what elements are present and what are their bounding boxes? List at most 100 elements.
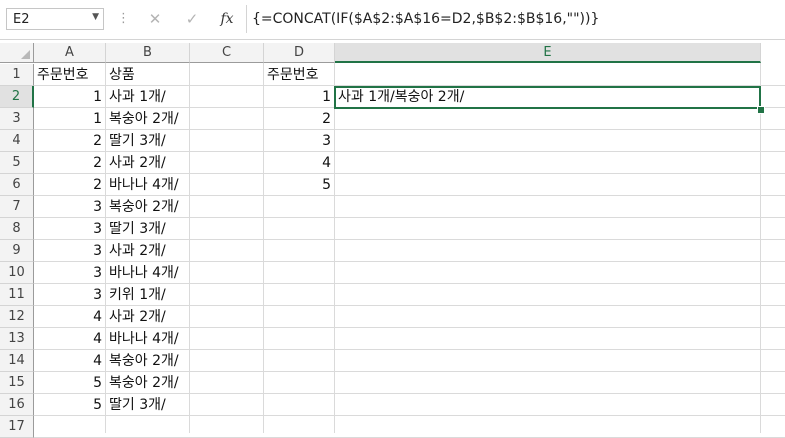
cell-d14[interactable]: [264, 350, 334, 372]
cell-d11[interactable]: [264, 284, 334, 306]
cell-d2[interactable]: 1: [264, 86, 334, 108]
cell-a16[interactable]: 5: [34, 394, 105, 416]
cell-a17[interactable]: [34, 416, 105, 438]
cell-e14[interactable]: [335, 350, 760, 372]
cell-e4[interactable]: [335, 130, 760, 152]
row-header-16[interactable]: 16: [0, 394, 34, 416]
cell-b13[interactable]: 바나나 4개/: [106, 328, 189, 350]
cell-e16[interactable]: [335, 394, 760, 416]
cell-d1[interactable]: 주문번호: [264, 64, 334, 86]
row-header-1[interactable]: 1: [0, 64, 34, 86]
row-header-12[interactable]: 12: [0, 306, 34, 328]
cell-e1[interactable]: [335, 64, 760, 86]
cell-d5[interactable]: 4: [264, 152, 334, 174]
cell-d4[interactable]: 3: [264, 130, 334, 152]
cell-a4[interactable]: 2: [34, 130, 105, 152]
row-header-10[interactable]: 10: [0, 262, 34, 284]
cell-b4[interactable]: 딸기 3개/: [106, 130, 189, 152]
cell-b15[interactable]: 복숭아 2개/: [106, 372, 189, 394]
row-header-6[interactable]: 6: [0, 174, 34, 196]
cell-b5[interactable]: 사과 2개/: [106, 152, 189, 174]
cell-d8[interactable]: [264, 218, 334, 240]
cell-e5[interactable]: [335, 152, 760, 174]
cell-b9[interactable]: 사과 2개/: [106, 240, 189, 262]
cell-d12[interactable]: [264, 306, 334, 328]
row-header-2[interactable]: 2: [0, 86, 34, 108]
cell-e15[interactable]: [335, 372, 760, 394]
formula-input[interactable]: {=CONCAT(IF($A$2:$A$16=D2,$B$2:$B$16,"")…: [252, 8, 782, 30]
row-header-14[interactable]: 14: [0, 350, 34, 372]
cell-b7[interactable]: 복숭아 2개/: [106, 196, 189, 218]
row-header-17[interactable]: 17: [0, 416, 34, 438]
row-header-8[interactable]: 8: [0, 218, 34, 240]
column-header-c[interactable]: C: [190, 43, 264, 63]
cell-a13[interactable]: 4: [34, 328, 105, 350]
cell-d17[interactable]: [264, 416, 334, 438]
cell-a15[interactable]: 5: [34, 372, 105, 394]
cell-b3[interactable]: 복숭아 2개/: [106, 108, 189, 130]
cell-e11[interactable]: [335, 284, 760, 306]
row-header-7[interactable]: 7: [0, 196, 34, 218]
cell-a11[interactable]: 3: [34, 284, 105, 306]
cell-e6[interactable]: [335, 174, 760, 196]
row-header-5[interactable]: 5: [0, 152, 34, 174]
cell-e17[interactable]: [335, 416, 760, 438]
cell-a1[interactable]: 주문번호: [34, 64, 105, 86]
cell-b14[interactable]: 복숭아 2개/: [106, 350, 189, 372]
cell-b17[interactable]: [106, 416, 189, 438]
row-header-4[interactable]: 4: [0, 130, 34, 152]
cell-b10[interactable]: 바나나 4개/: [106, 262, 189, 284]
column-header-b[interactable]: B: [106, 43, 190, 63]
cell-a3[interactable]: 1: [34, 108, 105, 130]
formula-separator: [246, 5, 247, 33]
cell-e7[interactable]: [335, 196, 760, 218]
column-header-d[interactable]: D: [264, 43, 335, 63]
select-all-button[interactable]: [0, 43, 34, 63]
enter-icon[interactable]: ✓: [181, 6, 203, 32]
cell-a2[interactable]: 1: [34, 86, 105, 108]
cell-d10[interactable]: [264, 262, 334, 284]
cell-a9[interactable]: 3: [34, 240, 105, 262]
cell-a6[interactable]: 2: [34, 174, 105, 196]
insert-function-icon[interactable]: fx: [216, 6, 238, 32]
cell-d7[interactable]: [264, 196, 334, 218]
cell-a8[interactable]: 3: [34, 218, 105, 240]
cell-e3[interactable]: [335, 108, 760, 130]
cell-b2[interactable]: 사과 1개/: [106, 86, 189, 108]
cell-a5[interactable]: 2: [34, 152, 105, 174]
cell-a14[interactable]: 4: [34, 350, 105, 372]
cell-e9[interactable]: [335, 240, 760, 262]
fill-handle[interactable]: [757, 106, 765, 114]
cell-b8[interactable]: 딸기 3개/: [106, 218, 189, 240]
row-header-3[interactable]: 3: [0, 108, 34, 130]
cell-a7[interactable]: 3: [34, 196, 105, 218]
cell-b1[interactable]: 상품: [106, 64, 189, 86]
cell-a10[interactable]: 3: [34, 262, 105, 284]
name-box[interactable]: E2 ▼: [6, 8, 104, 30]
cell-b16[interactable]: 딸기 3개/: [106, 394, 189, 416]
row-header-13[interactable]: 13: [0, 328, 34, 350]
grid-line-vertical: [760, 63, 761, 433]
cell-b11[interactable]: 키위 1개/: [106, 284, 189, 306]
column-header-a[interactable]: A: [34, 43, 106, 63]
cell-d16[interactable]: [264, 394, 334, 416]
cell-b6[interactable]: 바나나 4개/: [106, 174, 189, 196]
row-header-11[interactable]: 11: [0, 284, 34, 306]
cell-d13[interactable]: [264, 328, 334, 350]
cell-d15[interactable]: [264, 372, 334, 394]
cancel-icon[interactable]: ✕: [144, 6, 166, 32]
cell-e10[interactable]: [335, 262, 760, 284]
chevron-down-icon[interactable]: ▼: [92, 12, 99, 22]
cell-a12[interactable]: 4: [34, 306, 105, 328]
cell-b12[interactable]: 사과 2개/: [106, 306, 189, 328]
cell-e8[interactable]: [335, 218, 760, 240]
row-header-9[interactable]: 9: [0, 240, 34, 262]
row-header-15[interactable]: 15: [0, 372, 34, 394]
column-header-e[interactable]: E: [335, 43, 761, 63]
cell-d9[interactable]: [264, 240, 334, 262]
cell-d6[interactable]: 5: [264, 174, 334, 196]
formula-bar-divider: [0, 39, 785, 40]
cell-d3[interactable]: 2: [264, 108, 334, 130]
cell-e12[interactable]: [335, 306, 760, 328]
cell-e13[interactable]: [335, 328, 760, 350]
